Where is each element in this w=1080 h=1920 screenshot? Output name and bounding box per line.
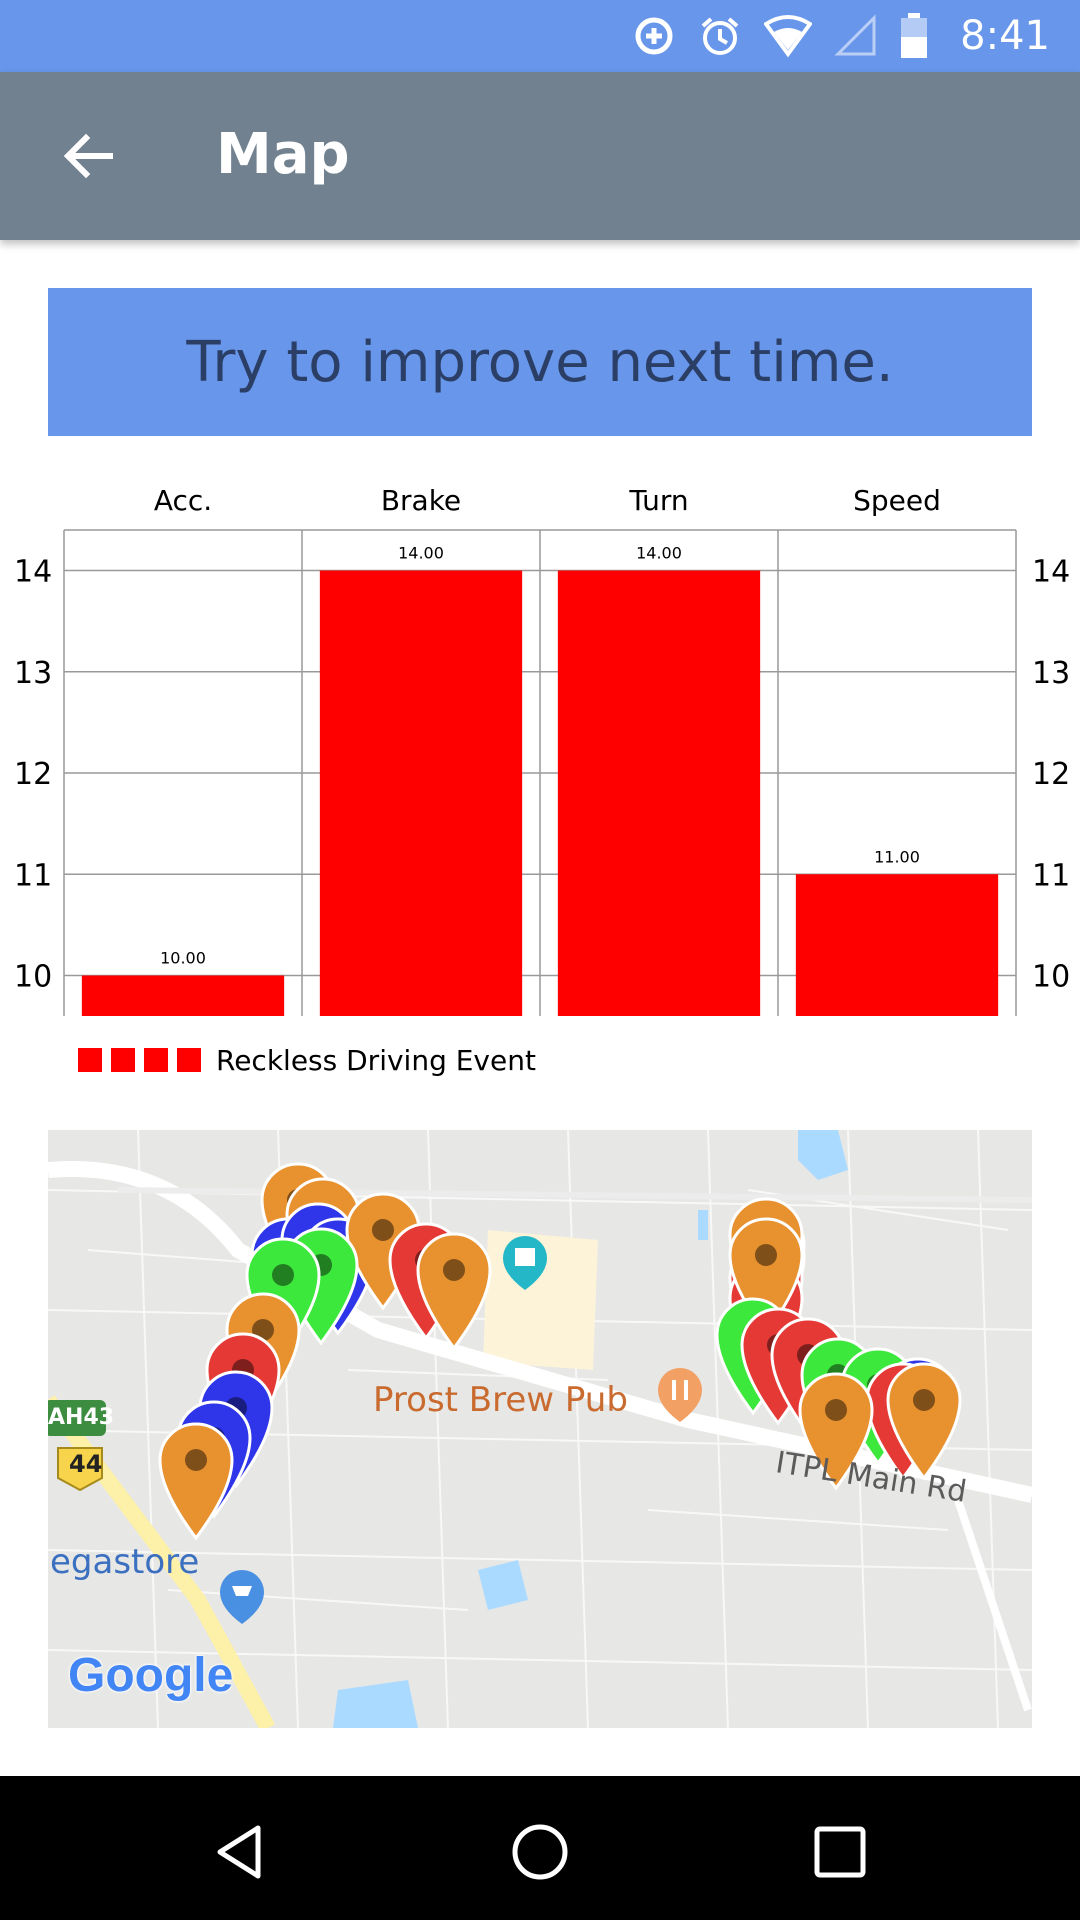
y-tick-label-left: 11 (14, 858, 52, 893)
nav-recents-icon (814, 1826, 866, 1878)
app-bar: Map (0, 72, 1080, 240)
bar-value-label: 10.00 (160, 949, 206, 968)
y-tick-label-left: 12 (14, 757, 52, 792)
y-tick-label-left: 13 (14, 656, 52, 691)
wifi-icon (764, 14, 813, 58)
bar-chart: 10 10 11 11 12 12 13 13 14 14 Acc. 10.00 Brake 14.00 T… (0, 470, 1080, 1090)
bar-brake (319, 570, 523, 1016)
road (954, 1498, 1032, 1712)
bar-value-label: 11.00 (874, 847, 920, 866)
google-logo[interactable]: Google (68, 1648, 233, 1703)
back-button[interactable] (48, 116, 128, 196)
nav-home-button[interactable] (500, 1812, 580, 1892)
map-canvas[interactable] (48, 1130, 1032, 1728)
battery-icon (900, 13, 928, 59)
legend-label: Reckless Driving Event (216, 1043, 536, 1077)
y-tick-label-left: 10 (14, 960, 52, 995)
alarm-icon (698, 14, 742, 58)
trip-event-marker-orange[interactable] (158, 1422, 234, 1541)
category-label: Turn (628, 484, 688, 517)
map-view[interactable]: Prost Brew Pub ITPL Main Rd egastore AH4… (48, 1130, 1032, 1728)
arrow-back-icon (63, 133, 113, 179)
shopping-poi-icon[interactable] (220, 1570, 264, 1624)
y-tick-label-right: 13 (1032, 656, 1070, 691)
legend-swatch (111, 1048, 135, 1072)
bar-turn (557, 570, 761, 1016)
water-body (478, 1560, 528, 1610)
feedback-banner: Try to improve next time. (48, 288, 1032, 436)
bar-value-label: 14.00 (398, 544, 444, 563)
bar-value-label: 14.00 (636, 544, 682, 563)
legend-swatch (144, 1048, 168, 1072)
water-body (798, 1130, 848, 1180)
bar-chart-svg: 10 10 11 11 12 12 13 13 14 14 Acc. 10.00 Brake 14.00 T… (14, 484, 1070, 1016)
nav-back-button[interactable] (200, 1812, 280, 1892)
cell-signal-icon (834, 14, 878, 58)
water-body (698, 1210, 708, 1240)
category-label: Brake (381, 484, 461, 517)
category-label: Acc. (154, 484, 212, 517)
highway-label: AH43 (48, 1405, 115, 1430)
legend-swatch (177, 1048, 201, 1072)
status-icons: 8:41 (632, 0, 1050, 72)
chart-legend: Reckless Driving Event (78, 1040, 536, 1080)
category-label: Speed (853, 484, 941, 517)
y-tick-label-right: 14 (1032, 555, 1070, 590)
bar-speed (795, 874, 999, 1016)
page-title: Map (216, 122, 350, 187)
route-number: 44 (69, 1450, 103, 1478)
bar-acc (81, 975, 285, 1016)
y-tick-label-right: 10 (1032, 960, 1070, 995)
nav-home-icon (512, 1824, 568, 1880)
poi-label-store[interactable]: egastore (50, 1542, 199, 1582)
y-tick-label-right: 12 (1032, 757, 1070, 792)
legend-swatch (78, 1048, 102, 1072)
feedback-message: Try to improve next time. (186, 329, 894, 395)
y-tick-label-left: 14 (14, 555, 52, 590)
system-nav-bar (0, 1776, 1080, 1920)
data-saver-icon (632, 14, 676, 58)
poi-label-pub[interactable]: Prost Brew Pub (373, 1380, 628, 1420)
y-tick-label-right: 11 (1032, 858, 1070, 893)
water-body (333, 1680, 418, 1728)
status-time: 8:41 (960, 13, 1050, 59)
status-bar: 8:41 (0, 0, 1080, 72)
nav-recents-button[interactable] (800, 1812, 880, 1892)
nav-back-icon (217, 1825, 261, 1879)
